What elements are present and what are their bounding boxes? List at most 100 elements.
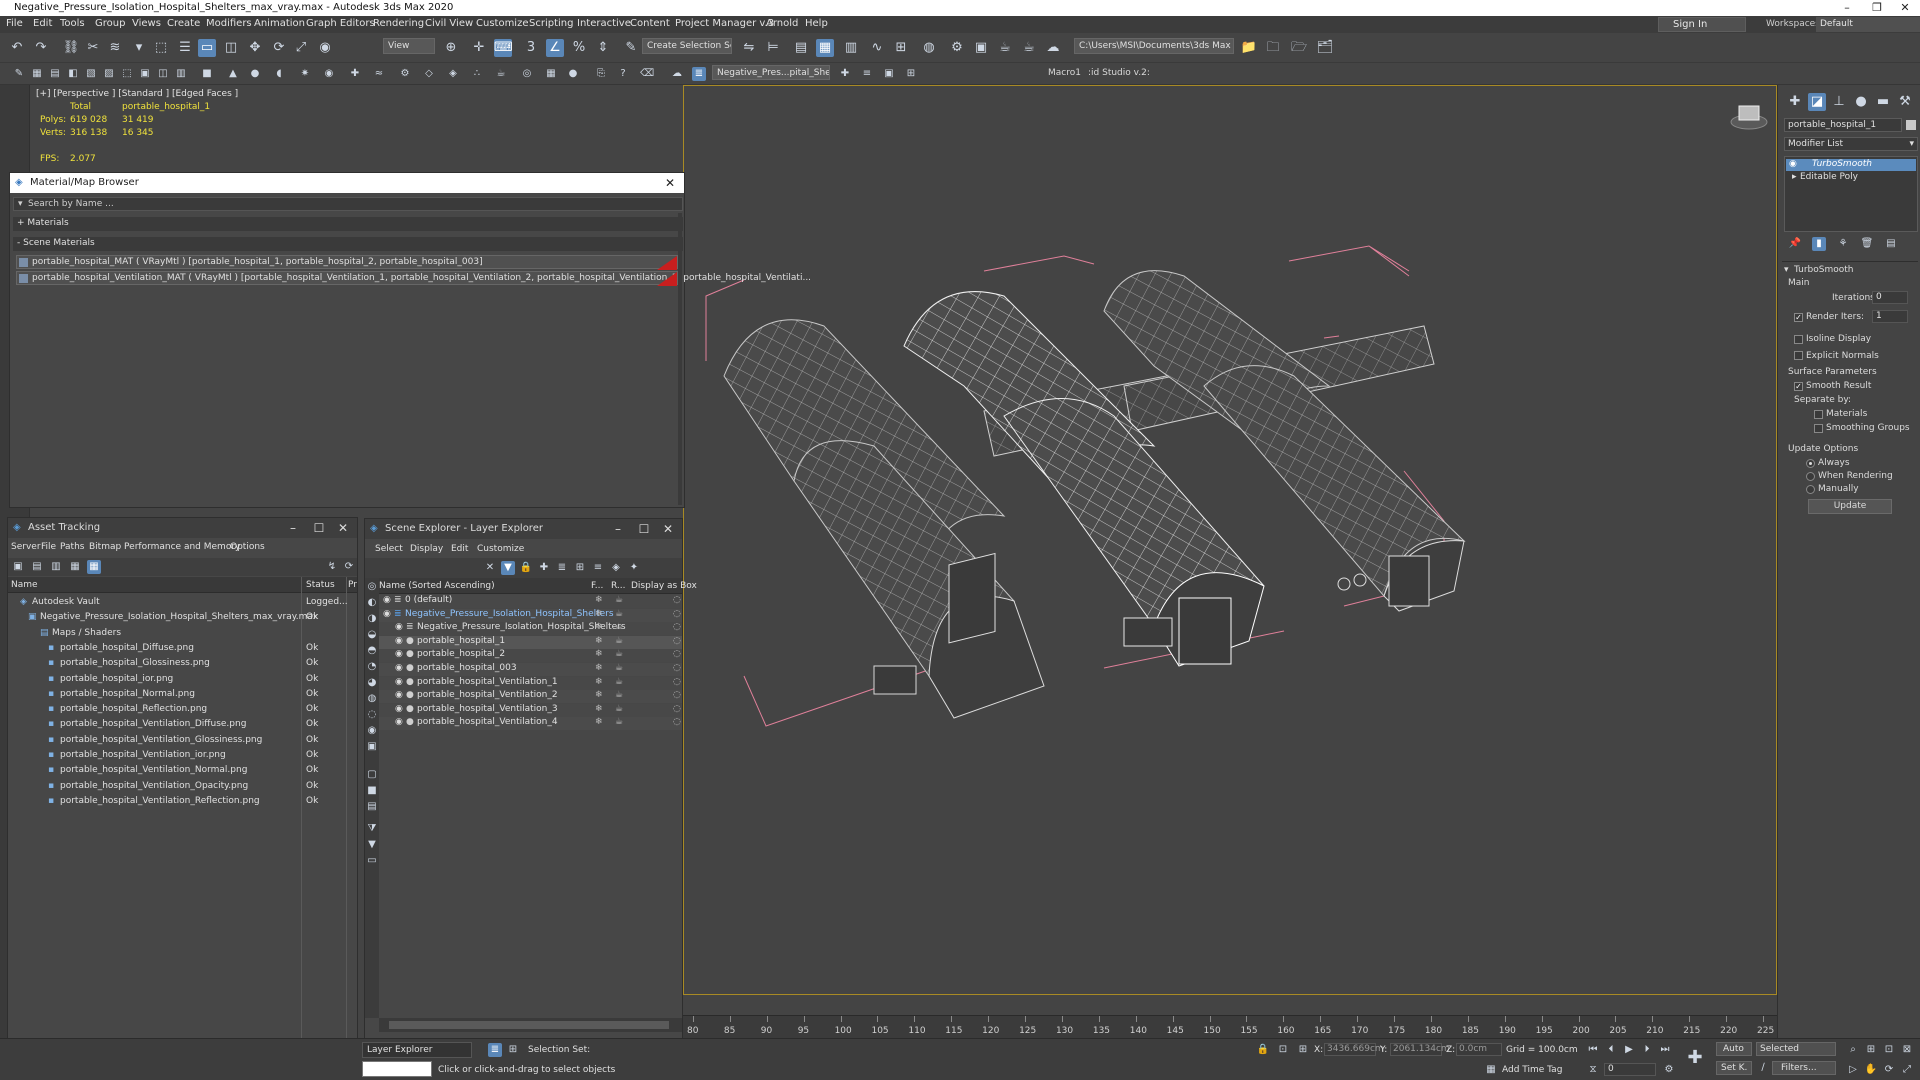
explicit-normals-checkbox[interactable] bbox=[1794, 351, 1803, 360]
edit-named-selection-icon[interactable]: ✎ bbox=[622, 39, 640, 57]
box-primitive-icon[interactable]: ■ bbox=[200, 67, 214, 81]
renderable-icon[interactable]: ☕ bbox=[615, 704, 623, 714]
renderable-icon[interactable]: ☕ bbox=[615, 609, 623, 619]
asset-menu-options[interactable]: Options bbox=[230, 542, 265, 552]
sign-in-button[interactable]: Sign In bbox=[1658, 17, 1746, 32]
when-rendering-radio[interactable] bbox=[1806, 472, 1815, 481]
refresh-icon[interactable]: ⟳ bbox=[342, 560, 356, 574]
eye-icon[interactable]: ◉ bbox=[383, 609, 391, 619]
help-circle-icon[interactable]: ? bbox=[616, 67, 630, 81]
project-folder-icon[interactable]: 📁 bbox=[1240, 39, 1258, 57]
tool-icon-10[interactable]: ▥ bbox=[174, 67, 188, 81]
freeze-icon[interactable]: ❄ bbox=[595, 663, 603, 673]
selected-dropdown[interactable]: Selected bbox=[1756, 1042, 1836, 1056]
funnel-icon[interactable]: ▼ bbox=[365, 838, 379, 852]
spacewarp-filter-icon[interactable]: ◕ bbox=[365, 676, 379, 690]
minimize-icon[interactable]: – bbox=[608, 519, 628, 539]
viewport-label[interactable]: [+] [Perspective ] [Standard ] [Edged Fa… bbox=[36, 89, 238, 99]
eye-icon[interactable]: ◉ bbox=[395, 704, 403, 714]
display-as-box-icon[interactable]: ◌ bbox=[673, 622, 681, 632]
zoom-extents-icon[interactable]: ⊡ bbox=[1882, 1043, 1896, 1057]
object-name-field[interactable]: portable_hospital_1 bbox=[1784, 118, 1902, 132]
eye-icon[interactable]: ◉ bbox=[395, 690, 403, 700]
smooth-result-checkbox[interactable]: ✓ bbox=[1794, 382, 1803, 391]
explorer-menu-edit[interactable]: Edit bbox=[451, 544, 468, 554]
menu-file[interactable]: File bbox=[6, 18, 23, 29]
renderable-icon[interactable]: ☕ bbox=[615, 677, 623, 687]
table-view-icon[interactable]: ▦ bbox=[87, 560, 101, 574]
iterations-spinner[interactable]: 0 bbox=[1872, 291, 1908, 304]
menu-interactive[interactable]: Interactive bbox=[577, 18, 631, 29]
time-tag-icon[interactable]: ▦ bbox=[1484, 1063, 1498, 1077]
all-filter-icon[interactable]: ▤ bbox=[365, 800, 379, 814]
asset-row[interactable]: ▪ portable_hospital_Reflection.png Ok bbox=[8, 703, 357, 717]
explorer-menu-display[interactable]: Display bbox=[410, 544, 443, 554]
utilities-tab-icon[interactable]: ⚒ bbox=[1896, 93, 1914, 111]
fov-icon[interactable]: ▷ bbox=[1846, 1063, 1860, 1077]
minimize-icon[interactable]: – bbox=[1832, 0, 1862, 16]
explorer-column-frozen[interactable]: F... bbox=[591, 581, 603, 591]
selection-set-icon[interactable]: ⊞ bbox=[506, 1043, 520, 1057]
close-icon[interactable]: ✕ bbox=[333, 518, 353, 538]
menu-arnold[interactable]: Arnold bbox=[766, 18, 798, 29]
freeze-icon[interactable]: ❄ bbox=[595, 636, 603, 646]
filter-icon[interactable]: ▼ bbox=[501, 561, 515, 575]
render-iters-spinner[interactable]: 1 bbox=[1872, 310, 1908, 323]
layer-tree-row[interactable]: ◉ ● portable_hospital_Ventilation_3 ❄ ☕ ◌ bbox=[379, 703, 682, 717]
motion-tab-icon[interactable]: ● bbox=[1852, 93, 1870, 111]
select-object-icon[interactable]: ⬚ bbox=[152, 39, 170, 57]
tool-icon-1[interactable]: ✎ bbox=[12, 67, 26, 81]
select-in-layer-icon[interactable]: ▣ bbox=[882, 67, 896, 81]
smoothing-groups-checkbox[interactable] bbox=[1814, 424, 1823, 433]
current-frame-field[interactable]: 0 bbox=[1604, 1063, 1656, 1076]
link-icon[interactable]: ⛓ bbox=[62, 39, 80, 57]
asset-row[interactable]: ▪ portable_hospital_Ventilation_Glossines… bbox=[8, 734, 357, 748]
sphere-primitive-icon[interactable]: ● bbox=[248, 67, 262, 81]
lock-icon[interactable]: 🔒 bbox=[519, 561, 533, 575]
menu-help[interactable]: Help bbox=[805, 18, 828, 29]
tool-icon-3[interactable]: ▤ bbox=[48, 67, 62, 81]
systems-icon[interactable]: ⚙ bbox=[398, 67, 412, 81]
renderable-icon[interactable]: ☕ bbox=[615, 663, 623, 673]
go-to-start-icon[interactable]: ⏮ bbox=[1586, 1043, 1600, 1057]
time-config-icon[interactable]: ⚙ bbox=[1662, 1063, 1676, 1077]
curve-editor-icon[interactable]: ∿ bbox=[868, 39, 886, 57]
rollout-title[interactable]: TurboSmooth bbox=[1794, 265, 1853, 275]
display-tab-icon[interactable]: ▬ bbox=[1874, 93, 1892, 111]
select-scale-icon[interactable]: ⤢ bbox=[292, 39, 310, 57]
asset-menu-server[interactable]: Server bbox=[11, 542, 41, 552]
layer-tree-row[interactable]: ◉ ● portable_hospital_1 ❄ ☕ ◌ bbox=[379, 635, 682, 649]
asset-column-proxy[interactable]: Pr bbox=[348, 580, 357, 590]
light-filter-icon[interactable]: ◒ bbox=[365, 628, 379, 642]
previous-frame-icon[interactable]: ⏴ bbox=[1604, 1043, 1618, 1057]
display-none-icon[interactable]: ◎ bbox=[365, 580, 379, 594]
menu-create[interactable]: Create bbox=[167, 18, 200, 29]
menu-rendering[interactable]: Rendering bbox=[373, 18, 424, 29]
display-as-box-icon[interactable]: ◌ bbox=[673, 663, 681, 673]
redo-icon[interactable]: ↷ bbox=[32, 39, 50, 57]
select-rotate-icon[interactable]: ⟳ bbox=[270, 39, 288, 57]
menu-views[interactable]: Views bbox=[132, 18, 161, 29]
add-layer-icon[interactable]: ✚ bbox=[537, 561, 551, 575]
layers-sort-icon[interactable]: ≡ bbox=[591, 561, 605, 575]
scene-explorer-icon[interactable]: ▤ bbox=[792, 39, 810, 57]
frozen-filter-icon[interactable]: ▢ bbox=[365, 768, 379, 782]
select-move-icon[interactable]: ✥ bbox=[246, 39, 264, 57]
menu-project-manager[interactable]: Project Manager v.3 bbox=[675, 18, 774, 29]
hierarchy-tab-icon[interactable]: ⊥ bbox=[1830, 93, 1848, 111]
maximize-viewport-icon[interactable]: ⤢ bbox=[1900, 1063, 1914, 1077]
explorer-column-display-as-box[interactable]: Display as Box bbox=[631, 581, 697, 591]
studio-label[interactable]: :id Studio v.2: bbox=[1088, 68, 1150, 78]
remove-modifier-icon[interactable]: 🗑 bbox=[1860, 237, 1874, 251]
teapot-icon[interactable]: ☕ bbox=[494, 67, 508, 81]
shapes-icon[interactable]: ◇ bbox=[422, 67, 436, 81]
asset-menu-bitmap[interactable]: Bitmap Performance and Memory bbox=[89, 542, 240, 552]
add-to-layer-icon[interactable]: ≡ bbox=[860, 67, 874, 81]
cylinder-primitive-icon[interactable]: ◖ bbox=[272, 67, 286, 81]
eye-icon[interactable]: ◉ bbox=[395, 649, 403, 659]
display-as-box-icon[interactable]: ◌ bbox=[673, 690, 681, 700]
display-as-box-icon[interactable]: ◌ bbox=[673, 636, 681, 646]
show-end-result-icon[interactable]: ▮ bbox=[1812, 237, 1826, 251]
align-icon[interactable]: ⊨ bbox=[764, 39, 782, 57]
maxscript-listener-field[interactable] bbox=[362, 1061, 432, 1077]
